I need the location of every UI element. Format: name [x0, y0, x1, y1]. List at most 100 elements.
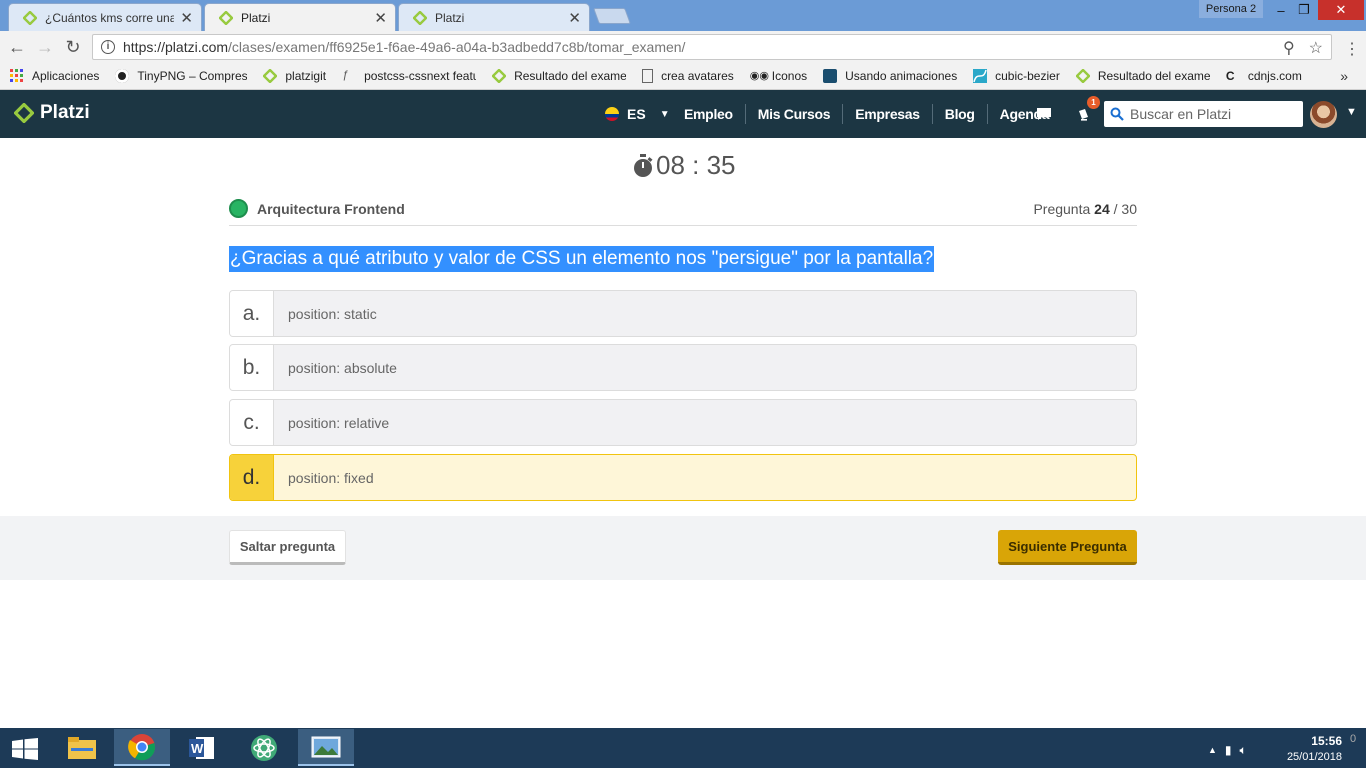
minimize-icon[interactable]: – [1270, 0, 1292, 20]
svg-text:W: W [191, 741, 204, 756]
search-icon [1110, 107, 1124, 121]
search-input[interactable] [1130, 106, 1300, 122]
bookmark-apps[interactable]: Aplicaciones [10, 69, 99, 83]
language-selector[interactable]: ES ▼ [605, 90, 670, 138]
answer-option-d[interactable]: d. position: fixed [229, 454, 1137, 501]
window-close-icon[interactable]: ✕ [1318, 0, 1364, 20]
bookmarks-bar: Aplicaciones TinyPNG – Compress platzigi… [0, 63, 1366, 90]
chevron-down-icon[interactable]: ▼ [1346, 106, 1357, 118]
bookmark-animaciones[interactable]: Usando animaciones [823, 69, 957, 83]
file-explorer-icon[interactable] [54, 729, 110, 766]
browser-tab-2[interactable]: Platzi ✕ [204, 3, 396, 31]
notification-badge: 1 [1087, 96, 1100, 109]
volume-icon[interactable]: 🔈︎ [1240, 743, 1247, 758]
question-counter: Pregunta 24 / 30 [1033, 201, 1137, 217]
chevron-down-icon: ▼ [659, 108, 670, 120]
bookmark-resultado-1[interactable]: Resultado del examen [492, 69, 626, 83]
new-tab-button[interactable] [593, 8, 631, 24]
windows-taskbar: W [0, 728, 1366, 768]
platzi-logo[interactable]: Platzi [14, 102, 90, 124]
clock-time: 15:56 [1311, 734, 1342, 748]
more-bookmarks-icon[interactable]: » [1340, 68, 1348, 84]
avatar[interactable] [1310, 101, 1337, 128]
browser-tab-1[interactable]: ¿Cuántos kms corre una p ✕ [8, 3, 202, 31]
answer-letter: d. [230, 455, 274, 500]
platzi-logo-icon [14, 103, 34, 123]
close-tab-icon[interactable]: ✕ [374, 9, 387, 27]
url-host: https://platzi.com [123, 39, 229, 55]
question-total: / 30 [1113, 201, 1137, 217]
next-question-button[interactable]: Siguiente Pregunta [998, 530, 1137, 565]
bookmark-label: platzigit [285, 69, 327, 83]
bookmark-avatares[interactable]: crea avatares [642, 69, 734, 83]
answer-option-b[interactable]: b. position: absolute [229, 344, 1137, 391]
cdnjs-icon: C [1225, 69, 1235, 83]
bookmark-star-icon[interactable]: ☆ [1309, 38, 1323, 58]
back-icon[interactable]: ← [6, 37, 28, 57]
course-name: Arquitectura Frontend [257, 201, 405, 217]
battery-icon[interactable]: ▮ [1225, 743, 1232, 757]
show-hidden-icons-icon[interactable]: ▲ [1208, 745, 1217, 755]
photos-icon[interactable] [298, 729, 354, 766]
bookmark-label: cubic-bezier [995, 69, 1060, 83]
browser-menu-icon[interactable]: ⋮ [1344, 39, 1360, 59]
tab-title: Platzi [241, 10, 271, 25]
skip-question-button[interactable]: Saltar pregunta [229, 530, 346, 565]
taskbar-clock[interactable]: 15:56 25/01/2018 [1286, 733, 1342, 765]
nav-blog[interactable]: Blog [933, 104, 988, 124]
bookmark-resultado-2[interactable]: Resultado del examen [1075, 69, 1210, 83]
bookmark-platzigit[interactable]: platzigit [263, 69, 326, 83]
platzi-favicon-icon [263, 69, 278, 83]
bookmark-label: cdnjs.com [1247, 69, 1302, 83]
answer-text: position: fixed [288, 469, 374, 486]
forward-icon[interactable]: → [34, 37, 56, 57]
bookmark-label: Resultado del examen [1097, 69, 1210, 83]
platzi-favicon-icon [23, 10, 37, 25]
animation-icon [823, 69, 838, 83]
info-icon[interactable]: i [101, 40, 115, 54]
restore-icon[interactable]: ❐ [1292, 0, 1316, 20]
bookmark-cdnjs[interactable]: C cdnjs.com [1226, 69, 1302, 83]
bookmark-label: Usando animaciones [845, 69, 958, 83]
nav-mis-cursos[interactable]: Mis Cursos [746, 104, 844, 124]
notification-count[interactable]: 0 [1350, 733, 1356, 745]
answer-letter: b. [230, 345, 274, 390]
postcss-icon: ƒ [342, 69, 349, 81]
answer-letter: a. [230, 291, 274, 336]
answer-text: position: relative [288, 414, 390, 431]
bookmark-label: Aplicaciones [32, 69, 100, 83]
bookmark-iconos[interactable]: ◉◉ Iconos [750, 69, 807, 83]
atom-editor-icon[interactable] [236, 729, 292, 766]
chrome-icon[interactable] [114, 729, 170, 766]
nav-empresas[interactable]: Empresas [843, 104, 933, 124]
system-tray: ▲ ▮ 🔈︎ [1208, 732, 1247, 768]
reload-icon[interactable]: ↻ [62, 37, 84, 57]
question-current: 24 [1094, 201, 1110, 217]
bookmark-postcss[interactable]: ƒ postcss-cssnext featu [342, 69, 476, 83]
chat-icon[interactable] [1034, 104, 1054, 124]
close-tab-icon[interactable]: ✕ [180, 9, 193, 27]
platzi-favicon-icon [492, 69, 507, 83]
browser-tab-strip: ¿Cuántos kms corre una p ✕ Platzi ✕ Plat… [0, 0, 1366, 31]
exam-timer: 08 : 35 [632, 150, 736, 181]
nav-empleo[interactable]: Empleo [672, 104, 746, 124]
browser-toolbar: ← → ↻ i https://platzi.com/clases/examen… [0, 31, 1366, 63]
windows-start-icon[interactable] [12, 738, 38, 760]
profile-button[interactable]: Persona 2 [1199, 0, 1263, 18]
answer-option-c[interactable]: c. position: relative [229, 399, 1137, 446]
browser-tab-3[interactable]: Platzi ✕ [398, 3, 590, 31]
answer-text: position: static [288, 305, 377, 322]
stopwatch-icon [634, 153, 653, 177]
bookmark-cubic-bezier[interactable]: cubic-bezier [973, 69, 1060, 83]
site-search[interactable] [1104, 101, 1303, 127]
question-text: ¿Gracias a qué atributo y valor de CSS u… [229, 246, 935, 272]
bookmark-tinypng[interactable]: TinyPNG – Compress [115, 69, 247, 83]
platzi-favicon-icon [1075, 69, 1090, 83]
exam-actions-bar [0, 516, 1366, 580]
zoom-search-icon[interactable]: ⚲ [1283, 38, 1295, 58]
answer-option-a[interactable]: a. position: static [229, 290, 1137, 337]
close-tab-icon[interactable]: ✕ [568, 9, 581, 27]
address-bar[interactable]: i https://platzi.com/clases/examen/ff692… [92, 34, 1332, 60]
word-icon[interactable]: W [174, 729, 230, 766]
platzi-favicon-icon [219, 10, 233, 25]
